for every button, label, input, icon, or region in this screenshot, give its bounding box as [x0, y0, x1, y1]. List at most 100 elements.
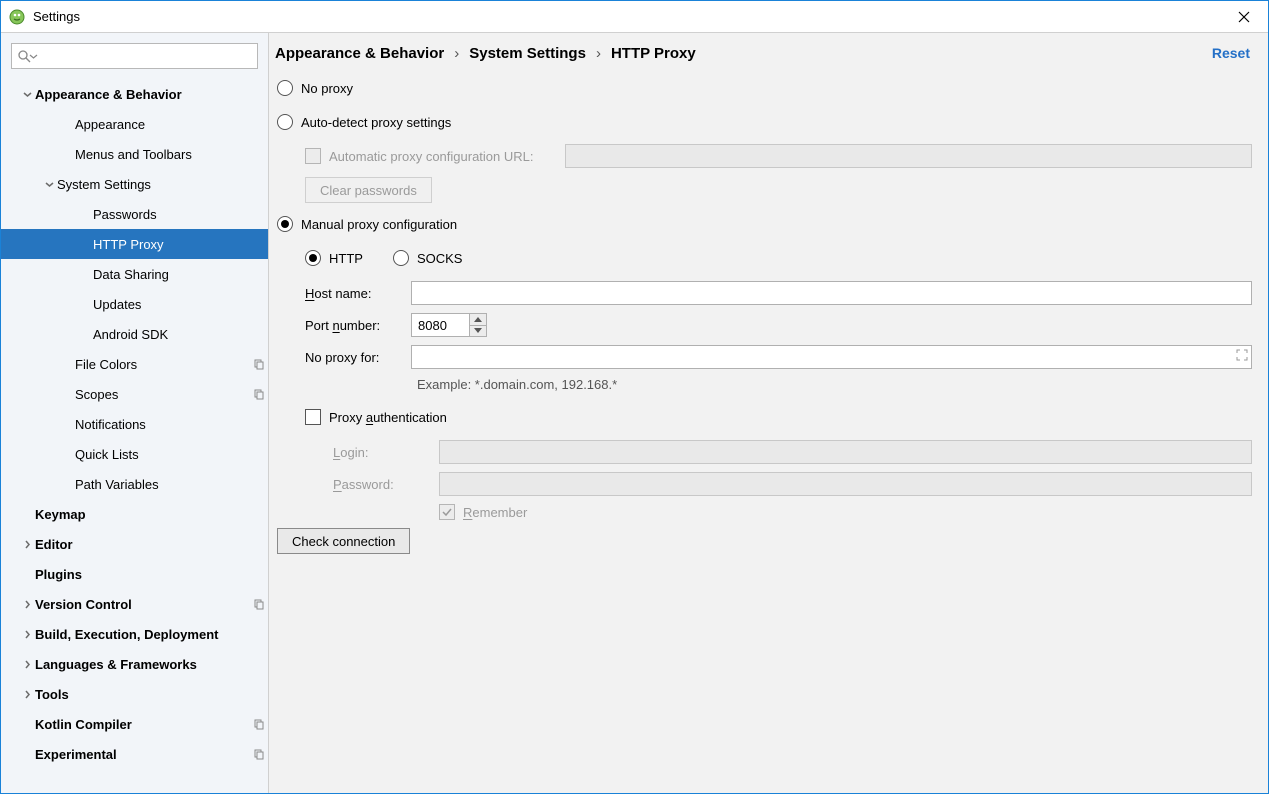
tree-item-label: Quick Lists — [75, 447, 250, 462]
chevron-right-icon — [19, 660, 35, 669]
tree-item-label: Menus and Toolbars — [75, 147, 250, 162]
chevron-right-icon — [19, 600, 35, 609]
check-connection-button[interactable]: Check connection — [277, 528, 410, 554]
tree-item-android-sdk[interactable]: Android SDK — [1, 319, 268, 349]
breadcrumb-seg3: HTTP Proxy — [611, 45, 696, 62]
tree-item-notifications[interactable]: Notifications — [1, 409, 268, 439]
port-label: Port number: — [305, 318, 411, 333]
checkbox-auth[interactable] — [305, 409, 321, 425]
host-label: Host name: — [305, 286, 411, 301]
spinner-down-icon[interactable] — [470, 326, 486, 337]
tree-item-experimental[interactable]: Experimental — [1, 739, 268, 769]
tree-item-label: Notifications — [75, 417, 250, 432]
port-spinner[interactable] — [411, 313, 487, 337]
tree-item-label: HTTP Proxy — [93, 237, 250, 252]
checkbox-remember-label: Remember — [463, 505, 527, 520]
tree-item-appearance[interactable]: Appearance — [1, 109, 268, 139]
tree-item-label: Version Control — [35, 597, 250, 612]
tree-item-path-variables[interactable]: Path Variables — [1, 469, 268, 499]
tree-item-label: Editor — [35, 537, 250, 552]
tree-item-menus-and-toolbars[interactable]: Menus and Toolbars — [1, 139, 268, 169]
checkbox-auth-label: Proxy authentication — [329, 410, 447, 425]
tree-item-label: Scopes — [75, 387, 250, 402]
tree-item-label: Appearance — [75, 117, 250, 132]
radio-manual[interactable] — [277, 216, 293, 232]
radio-socks-label: SOCKS — [417, 251, 463, 266]
tree-item-scopes[interactable]: Scopes — [1, 379, 268, 409]
login-label: Login: — [333, 445, 439, 460]
radio-http[interactable] — [305, 250, 321, 266]
search-history-icon[interactable] — [29, 52, 38, 61]
auto-url-input — [565, 144, 1252, 168]
copy-icon — [250, 748, 268, 760]
search-input-container[interactable] — [11, 43, 258, 69]
tree-item-appearance-behavior[interactable]: Appearance & Behavior — [1, 79, 268, 109]
tree-item-quick-lists[interactable]: Quick Lists — [1, 439, 268, 469]
tree-item-label: Build, Execution, Deployment — [35, 627, 250, 642]
search-input[interactable] — [38, 48, 251, 65]
tree-item-label: Plugins — [35, 567, 250, 582]
tree-item-keymap[interactable]: Keymap — [1, 499, 268, 529]
tree-item-label: Tools — [35, 687, 250, 702]
settings-tree: Appearance & Behavior Appearance Menus and… — [1, 75, 268, 793]
tree-item-system-settings[interactable]: System Settings — [1, 169, 268, 199]
tree-item-label: File Colors — [75, 357, 250, 372]
noproxy-input[interactable] — [411, 345, 1252, 369]
noproxy-label: No proxy for: — [305, 350, 411, 365]
host-input[interactable] — [411, 281, 1252, 305]
window-close-button[interactable] — [1228, 5, 1260, 29]
reset-link[interactable]: Reset — [1212, 45, 1250, 61]
tree-item-editor[interactable]: Editor — [1, 529, 268, 559]
radio-no-proxy-label: No proxy — [301, 81, 353, 96]
tree-item-label: Keymap — [35, 507, 250, 522]
breadcrumb-seg1: Appearance & Behavior — [275, 45, 444, 62]
tree-item-languages-frameworks[interactable]: Languages & Frameworks — [1, 649, 268, 679]
copy-icon — [250, 598, 268, 610]
radio-socks[interactable] — [393, 250, 409, 266]
copy-icon — [250, 718, 268, 730]
tree-item-label: Languages & Frameworks — [35, 657, 250, 672]
tree-item-kotlin-compiler[interactable]: Kotlin Compiler — [1, 709, 268, 739]
expand-icon[interactable] — [1236, 349, 1248, 364]
port-input[interactable] — [411, 313, 469, 337]
breadcrumb: Appearance & Behavior › System Settings … — [275, 45, 696, 62]
radio-manual-label: Manual proxy configuration — [301, 217, 457, 232]
tree-item-version-control[interactable]: Version Control — [1, 589, 268, 619]
tree-item-label: Data Sharing — [93, 267, 250, 282]
tree-item-label: Passwords — [93, 207, 250, 222]
spinner-up-icon[interactable] — [470, 314, 486, 326]
tree-item-data-sharing[interactable]: Data Sharing — [1, 259, 268, 289]
radio-no-proxy[interactable] — [277, 80, 293, 96]
chevron-right-icon: › — [454, 45, 459, 62]
chevron-right-icon: › — [596, 45, 601, 62]
tree-item-label: System Settings — [57, 177, 250, 192]
window-title: Settings — [33, 9, 1228, 24]
checkbox-remember — [439, 504, 455, 520]
tree-item-label: Path Variables — [75, 477, 250, 492]
tree-item-passwords[interactable]: Passwords — [1, 199, 268, 229]
tree-item-http-proxy[interactable]: HTTP Proxy — [1, 229, 268, 259]
noproxy-hint: Example: *.domain.com, 192.168.* — [417, 377, 1252, 392]
tree-item-plugins[interactable]: Plugins — [1, 559, 268, 589]
tree-item-tools[interactable]: Tools — [1, 679, 268, 709]
radio-auto-detect-label: Auto-detect proxy settings — [301, 115, 451, 130]
password-label: Password: — [333, 477, 439, 492]
radio-auto-detect[interactable] — [277, 114, 293, 130]
radio-http-label: HTTP — [329, 251, 363, 266]
tree-item-label: Experimental — [35, 747, 250, 762]
login-input — [439, 440, 1252, 464]
copy-icon — [250, 388, 268, 400]
checkbox-auto-url-label: Automatic proxy configuration URL: — [329, 149, 565, 164]
tree-item-label: Kotlin Compiler — [35, 717, 250, 732]
tree-item-build-execution-deployment[interactable]: Build, Execution, Deployment — [1, 619, 268, 649]
chevron-right-icon — [19, 630, 35, 639]
tree-item-label: Appearance & Behavior — [35, 87, 250, 102]
chevron-down-icon — [41, 180, 57, 189]
app-icon — [9, 9, 25, 25]
checkbox-auto-url — [305, 148, 321, 164]
tree-item-file-colors[interactable]: File Colors — [1, 349, 268, 379]
breadcrumb-seg2: System Settings — [469, 45, 586, 62]
tree-item-updates[interactable]: Updates — [1, 289, 268, 319]
main-panel: Appearance & Behavior › System Settings … — [269, 33, 1268, 793]
clear-passwords-button: Clear passwords — [305, 177, 432, 203]
